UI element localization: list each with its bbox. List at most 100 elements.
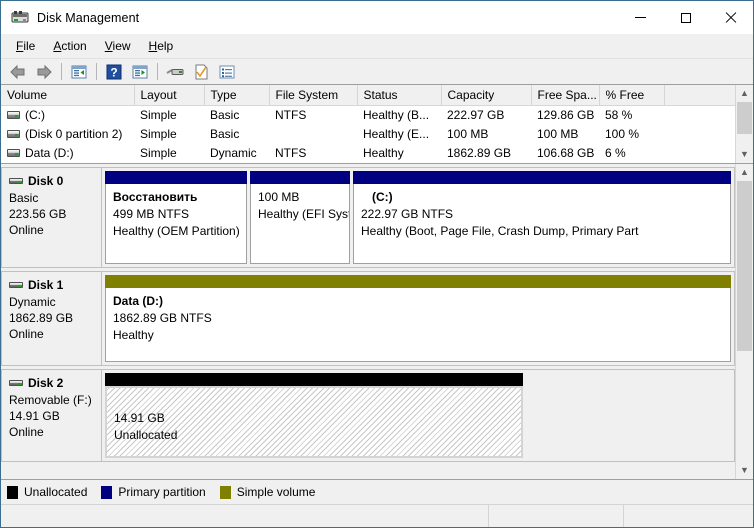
scrollbar-thumb[interactable]	[737, 181, 752, 351]
show-hide-console-tree-button[interactable]	[127, 61, 153, 83]
back-button[interactable]	[5, 61, 31, 83]
column-header-volume[interactable]: Volume	[1, 85, 135, 106]
partition-0-1[interactable]: 100 MB Healthy (EFI Syste	[250, 171, 350, 264]
partition-health: Healthy	[113, 328, 154, 342]
column-header-type[interactable]: Type	[204, 85, 270, 106]
forward-button[interactable]	[31, 61, 57, 83]
menu-help[interactable]: Help	[140, 36, 183, 56]
window-title: Disk Management	[37, 10, 140, 25]
column-header-capacity[interactable]: Capacity	[441, 85, 532, 106]
up-one-level-icon	[71, 65, 87, 78]
disk-pane-scrollbar[interactable]: ▲ ▼	[735, 164, 753, 479]
column-header-file-system[interactable]: File System	[269, 85, 358, 106]
up-one-level-button[interactable]	[66, 61, 92, 83]
menu-bar: File Action View Help	[1, 34, 753, 59]
svg-text:?: ?	[110, 65, 117, 79]
table-row[interactable]: (C:) Simple Basic NTFS Healthy (B... 222…	[1, 105, 735, 124]
partition-details: Data (D:) 1862.89 GB NTFS Healthy	[105, 288, 731, 362]
minimize-button[interactable]	[618, 1, 663, 34]
disk-management-icon	[11, 10, 29, 26]
menu-view[interactable]: View	[96, 36, 140, 56]
legend-item-unallocated: Unallocated	[7, 485, 87, 499]
menu-file[interactable]: File	[7, 36, 44, 56]
volume-header-row: Volume Layout Type File System Status Ca…	[1, 85, 735, 106]
legend-swatch-unallocated	[7, 485, 18, 499]
action-list-button[interactable]	[214, 61, 240, 83]
column-header-status[interactable]: Status	[357, 85, 442, 106]
rescan-disks-button[interactable]	[162, 61, 188, 83]
minimize-icon	[635, 17, 646, 18]
volume-list-pane: Volume Layout Type File System Status Ca…	[1, 85, 753, 164]
partition-0-0[interactable]: Восстановить 499 MB NTFS Healthy (OEM Pa…	[105, 171, 247, 264]
scroll-down-icon[interactable]: ▼	[736, 146, 753, 163]
legend-label: Simple volume	[236, 485, 316, 499]
help-button[interactable]: ?	[101, 61, 127, 83]
close-button[interactable]	[708, 1, 753, 34]
disk-size: 1862.89 GB	[9, 311, 74, 325]
disk-title-2: Disk 2	[9, 376, 101, 390]
partition-1-0[interactable]: Data (D:) 1862.89 GB NTFS Healthy	[105, 275, 731, 362]
drive-icon	[7, 129, 20, 138]
scroll-up-icon[interactable]: ▲	[736, 85, 753, 102]
partition-label: Data (D:)	[113, 294, 163, 308]
disk-info-0[interactable]: Disk 0 Basic 223.56 GB Online	[1, 167, 102, 268]
disk-name: Disk 1	[28, 278, 64, 292]
maximize-button[interactable]	[663, 1, 708, 34]
disk-name: Disk 2	[28, 376, 64, 390]
partition-details: Восстановить 499 MB NTFS Healthy (OEM Pa…	[105, 184, 247, 264]
column-header-filler[interactable]	[664, 85, 735, 106]
disk-name: Disk 0	[28, 174, 64, 188]
legend-item-primary-partition: Primary partition	[101, 485, 206, 499]
menu-action[interactable]: Action	[44, 36, 95, 56]
cell-filler	[664, 143, 735, 162]
partition-0-2[interactable]: (C:) 222.97 GB NTFS Healthy (Boot, Page …	[353, 171, 731, 264]
cell-layout: Simple	[140, 145, 177, 160]
title-bar: Disk Management	[1, 1, 753, 34]
disk-icon	[9, 282, 23, 288]
scrollbar-track[interactable]	[736, 102, 753, 146]
partition-color-bar	[105, 171, 247, 184]
scrollbar-thumb[interactable]	[737, 102, 752, 134]
cell-volume: Data (D:)	[1, 143, 134, 162]
table-row[interactable]: Data (D:) Simple Dynamic NTFS Healthy 18…	[1, 143, 735, 162]
cell-status: Healthy (B...	[363, 107, 430, 122]
toolbar-separator	[96, 63, 97, 80]
partition-health: Healthy (Boot, Page File, Crash Dump, Pr…	[361, 224, 639, 238]
disk-title-0: Disk 0	[9, 174, 101, 188]
partition-size: 100 MB	[258, 190, 300, 204]
scrollbar-track[interactable]	[736, 181, 753, 462]
scroll-down-icon[interactable]: ▼	[736, 462, 753, 479]
cell-volume: (C:)	[1, 105, 134, 124]
disk-info-1[interactable]: Disk 1 Dynamic 1862.89 GB Online	[1, 271, 102, 366]
drive-icon	[7, 148, 20, 157]
help-icon: ?	[106, 64, 122, 79]
disk-row-1[interactable]: Disk 1 Dynamic 1862.89 GB Online Data (D…	[1, 271, 735, 366]
table-row[interactable]: (Disk 0 partition 2) Simple Basic Health…	[1, 124, 735, 143]
disk-state: Online	[9, 425, 44, 439]
column-header-layout[interactable]: Layout	[134, 85, 205, 106]
column-header-free-space[interactable]: Free Spa...	[531, 85, 600, 106]
scroll-up-icon[interactable]: ▲	[736, 164, 753, 181]
cell-status: Healthy	[363, 145, 404, 160]
disk-size: 14.91 GB	[9, 409, 60, 423]
disk-row-2[interactable]: Disk 2 Removable (F:) 14.91 GB Online 14…	[1, 369, 735, 462]
disk-partitions-0: Восстановить 499 MB NTFS Healthy (OEM Pa…	[102, 167, 735, 268]
partition-2-0[interactable]: 14.91 GB Unallocated	[105, 373, 523, 458]
cell-file-system	[269, 124, 357, 143]
properties-button[interactable]	[188, 61, 214, 83]
volume-label: Data (D:)	[25, 145, 74, 160]
rescan-disks-icon	[166, 68, 184, 75]
volume-list-scrollbar[interactable]: ▲ ▼	[735, 85, 753, 163]
partition-color-bar	[353, 171, 731, 184]
volume-table: Volume Layout Type File System Status Ca…	[1, 85, 735, 162]
cell-percent-free: 58 %	[605, 107, 633, 122]
partition-health: Healthy (EFI Syste	[258, 207, 350, 221]
cell-status: Healthy (E...	[363, 126, 430, 141]
column-header-percent-free[interactable]: % Free	[599, 85, 665, 106]
disk-state: Online	[9, 327, 44, 341]
volume-list[interactable]: Volume Layout Type File System Status Ca…	[1, 85, 735, 163]
cell-layout: Simple	[140, 126, 177, 141]
partition-details: (C:) 222.97 GB NTFS Healthy (Boot, Page …	[353, 184, 731, 264]
disk-info-2[interactable]: Disk 2 Removable (F:) 14.91 GB Online	[1, 369, 102, 462]
disk-row-0[interactable]: Disk 0 Basic 223.56 GB Online Восстанови…	[1, 167, 735, 268]
